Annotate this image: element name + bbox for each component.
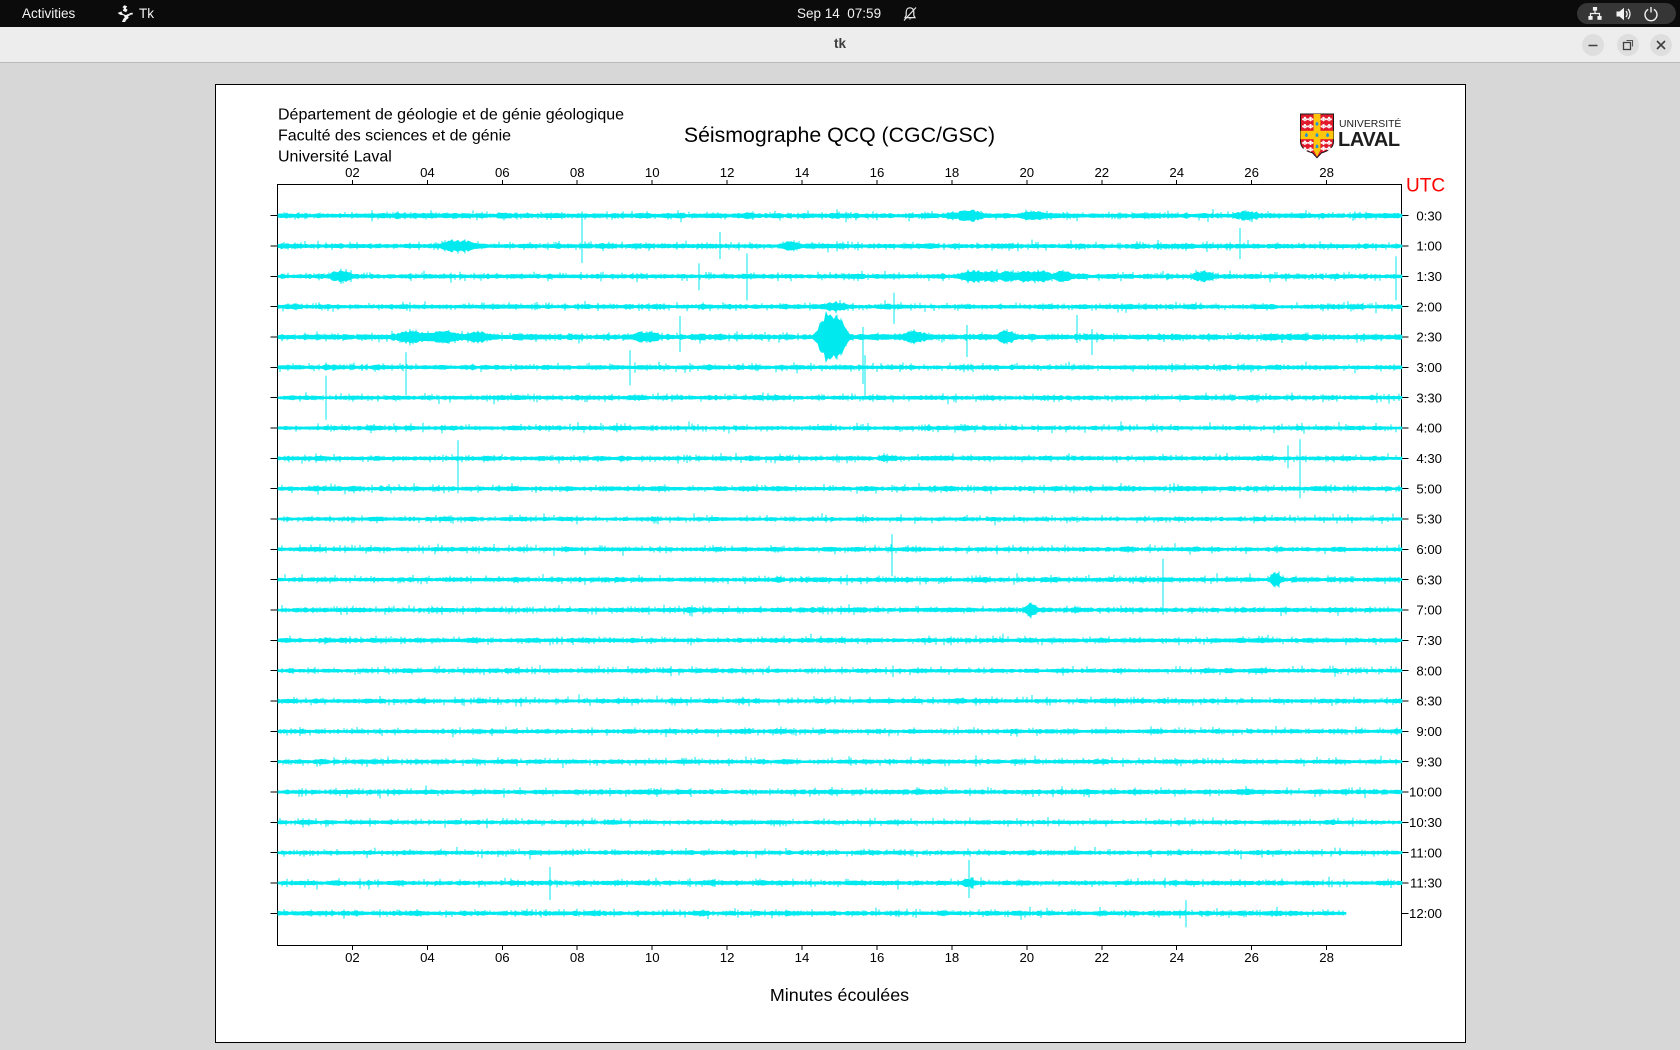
svg-text:22: 22 xyxy=(1094,950,1109,965)
svg-text:LAVAL: LAVAL xyxy=(1338,129,1400,151)
svg-text:7:00: 7:00 xyxy=(1416,603,1442,618)
svg-text:1:30: 1:30 xyxy=(1416,269,1442,284)
svg-text:26: 26 xyxy=(1244,950,1259,965)
svg-text:24: 24 xyxy=(1169,950,1184,965)
svg-text:18: 18 xyxy=(945,165,960,180)
svg-text:16: 16 xyxy=(870,950,885,965)
svg-text:5:00: 5:00 xyxy=(1416,481,1442,496)
svg-text:08: 08 xyxy=(570,165,585,180)
svg-text:14: 14 xyxy=(795,950,810,965)
svg-text:7:30: 7:30 xyxy=(1416,633,1442,648)
svg-text:26: 26 xyxy=(1244,165,1259,180)
svg-text:20: 20 xyxy=(1019,950,1034,965)
svg-text:12:00: 12:00 xyxy=(1409,906,1442,921)
svg-text:2:00: 2:00 xyxy=(1416,299,1442,314)
svg-text:08: 08 xyxy=(570,950,585,965)
svg-text:9:00: 9:00 xyxy=(1416,724,1442,739)
svg-text:8:00: 8:00 xyxy=(1416,663,1442,678)
svg-text:Université Laval: Université Laval xyxy=(278,149,392,166)
svg-text:02: 02 xyxy=(345,165,360,180)
svg-text:10: 10 xyxy=(645,165,660,180)
svg-text:3:30: 3:30 xyxy=(1416,390,1442,405)
svg-text:9:30: 9:30 xyxy=(1416,754,1442,769)
svg-text:2:30: 2:30 xyxy=(1416,330,1442,345)
svg-text:1:00: 1:00 xyxy=(1416,239,1442,254)
svg-text:4:30: 4:30 xyxy=(1416,451,1442,466)
svg-text:Séismographe QCQ (CGC/GSC): Séismographe QCQ (CGC/GSC) xyxy=(684,123,995,147)
svg-text:22: 22 xyxy=(1094,165,1109,180)
svg-text:0:30: 0:30 xyxy=(1416,208,1442,223)
svg-text:18: 18 xyxy=(945,950,960,965)
svg-text:UTC: UTC xyxy=(1406,176,1445,197)
svg-text:14: 14 xyxy=(795,165,810,180)
svg-text:Faculté des sciences et de gén: Faculté des sciences et de génie xyxy=(278,128,511,145)
svg-text:8:30: 8:30 xyxy=(1416,694,1442,709)
svg-text:06: 06 xyxy=(495,165,510,180)
svg-text:02: 02 xyxy=(345,950,360,965)
svg-text:06: 06 xyxy=(495,950,510,965)
svg-text:5:30: 5:30 xyxy=(1416,512,1442,527)
svg-text:04: 04 xyxy=(420,950,435,965)
svg-text:10:30: 10:30 xyxy=(1409,815,1442,830)
svg-text:3:00: 3:00 xyxy=(1416,360,1442,375)
svg-text:6:00: 6:00 xyxy=(1416,542,1442,557)
svg-text:10: 10 xyxy=(645,950,660,965)
svg-text:24: 24 xyxy=(1169,165,1184,180)
svg-text:04: 04 xyxy=(420,165,435,180)
svg-text:12: 12 xyxy=(720,165,735,180)
svg-text:12: 12 xyxy=(720,950,735,965)
svg-text:28: 28 xyxy=(1319,950,1334,965)
svg-text:11:30: 11:30 xyxy=(1410,876,1442,891)
svg-text:4:00: 4:00 xyxy=(1416,421,1442,436)
svg-text:Département de géologie et de: Département de géologie et de génie géol… xyxy=(278,107,624,124)
svg-text:11:00: 11:00 xyxy=(1410,845,1442,860)
svg-text:Minutes écoulées: Minutes écoulées xyxy=(770,985,909,1005)
svg-text:20: 20 xyxy=(1019,165,1034,180)
svg-text:10:00: 10:00 xyxy=(1409,785,1442,800)
svg-text:28: 28 xyxy=(1319,165,1334,180)
svg-text:6:30: 6:30 xyxy=(1416,572,1442,587)
svg-text:16: 16 xyxy=(870,165,885,180)
